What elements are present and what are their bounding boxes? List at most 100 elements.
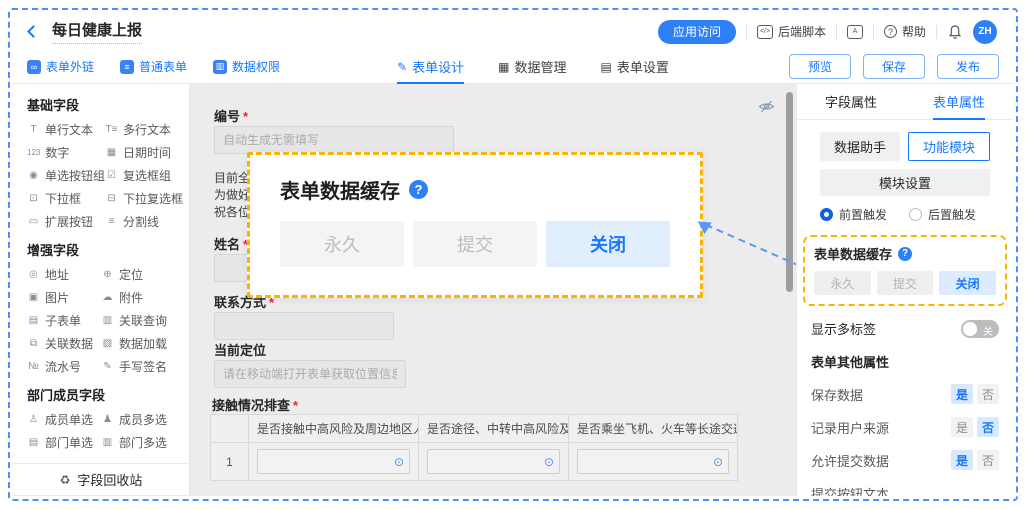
tab-field-properties[interactable]: 字段属性 [797,84,905,119]
notification-bell-icon[interactable] [947,24,963,40]
radio-select-icon: ⊙ [544,456,554,468]
field-label: 附件 [119,289,143,306]
row-index: 1 [211,443,249,480]
field-item-member-single[interactable]: ♙成员单选 [27,408,101,431]
external-link-icon: ∞ [27,60,41,74]
field-item-multi-dropdown[interactable]: ⊟下拉复选框 [105,187,183,210]
field-label: 日期时间 [123,144,171,161]
divider [936,25,937,39]
toggle-state-text: 关 [983,323,993,338]
field-item-data-load[interactable]: ▧数据加载 [101,332,175,355]
field-label: 子表单 [45,312,81,329]
panel-cache-close[interactable]: 关闭 [939,271,996,295]
serial-number-icon: № [27,361,40,372]
field-item-single-line-text[interactable]: T单行文本 [27,118,105,141]
field-label: 图片 [45,289,69,306]
field-item-member-multi[interactable]: ♟成员多选 [101,408,175,431]
tab-form-settings[interactable]: ▤ 表单设置 [601,50,669,84]
preview-button[interactable]: 预览 [789,54,851,79]
survey-cell-input-1[interactable]: ⊙ [257,449,410,474]
location-input[interactable] [214,360,406,388]
function-module-button[interactable]: 功能模块 [908,132,990,161]
cache-help-icon[interactable]: ? [898,247,912,261]
field-item-dept-multi[interactable]: ▥部门多选 [101,431,175,454]
field-item-number[interactable]: 123数字 [27,141,105,164]
panel-cache-permanent[interactable]: 永久 [814,271,871,295]
toggle-knob [963,322,977,336]
field-item-radio-group[interactable]: ◉单选按钮组 [27,164,105,187]
form-data-cache-section: 表单数据缓存 ? 永久 提交 关闭 [803,235,1007,306]
multi-dropdown-icon: ⊟ [105,193,118,204]
user-avatar[interactable]: ZH [973,20,997,44]
form-design-canvas: 编号* 目前全国多 为做好新型 祝各位及家 姓名* 联系方式* 当前定位 接触情… [190,84,796,496]
tab-form-external-link[interactable]: ∞ 表单外链 [27,58,94,75]
field-item-dropdown[interactable]: ⊡下拉框 [27,187,105,210]
field-item-image[interactable]: ▣图片 [27,286,101,309]
data-assistant-button[interactable]: 数据助手 [820,132,900,161]
field-item-location[interactable]: ⊕定位 [101,263,175,286]
record-source-no[interactable]: 否 [977,417,999,437]
divider [746,25,747,39]
app-access-button[interactable]: 应用访问 [658,20,736,44]
number-input[interactable] [214,126,454,154]
header-bar: 每日健康上报 应用访问 </> 后端脚本 A ? 帮助 ZH [13,13,1013,50]
tab-data-permission[interactable]: ▥ 数据权限 [213,58,280,75]
field-item-date-time[interactable]: ▦日期时间 [105,141,183,164]
module-settings-bar[interactable]: 模块设置 [820,169,990,196]
radio-label: 后置触发 [928,206,976,223]
field-item-dept-single[interactable]: ▤部门单选 [27,431,101,454]
field-item-divider-line[interactable]: ≡分割线 [105,210,183,233]
data-load-icon: ▧ [101,338,114,349]
cache-option-permanent[interactable]: 永久 [280,221,404,267]
publish-button[interactable]: 发布 [937,54,999,79]
popup-help-icon[interactable]: ? [409,180,428,199]
properties-panel: 字段属性 表单属性 数据助手 功能模块 模块设置 前置触发 [796,84,1013,496]
help-button[interactable]: ? 帮助 [884,23,926,40]
field-label: 地址 [45,266,69,283]
name-field-label: 姓名* [214,234,248,253]
annotation-arrow [688,210,796,272]
canvas-scrollbar[interactable] [786,92,793,292]
survey-cell-input-3[interactable]: ⊙ [577,449,729,474]
field-item-checkbox-group[interactable]: ☑复选框组 [105,164,183,187]
field-item-related-query[interactable]: ▥关联查询 [101,309,175,332]
dept-multi-icon: ▥ [101,437,114,448]
required-mark: * [293,398,298,413]
tab-form-properties[interactable]: 表单属性 [905,84,1013,119]
cache-option-submit[interactable]: 提交 [413,221,537,267]
save-button[interactable]: 保存 [863,54,925,79]
table-header-3: 是否乘坐飞机、火车等长途交通... [569,415,737,443]
tab-form-design[interactable]: ✎ 表单设计 [397,50,464,84]
field-item-attachment[interactable]: ☁附件 [101,286,175,309]
field-item-signature[interactable]: ✎手写签名 [101,355,175,378]
allow-submit-no[interactable]: 否 [977,450,999,470]
pre-trigger-radio[interactable]: 前置触发 [820,206,887,223]
app-window: 每日健康上报 应用访问 </> 后端脚本 A ? 帮助 ZH [13,13,1013,496]
backend-script-button[interactable]: </> 后端脚本 [757,23,826,40]
tab-data-management[interactable]: ▦ 数据管理 [498,50,566,84]
assistant-button[interactable]: A [847,25,863,39]
field-item-subform[interactable]: ▤子表单 [27,309,101,332]
panel-cache-submit[interactable]: 提交 [877,271,934,295]
field-item-extend-button[interactable]: ▭扩展按钮 [27,210,105,233]
field-item-serial-number[interactable]: №流水号 [27,355,101,378]
field-recycle-bin[interactable]: ♻ 字段回收站 [13,463,189,496]
multi-tab-toggle[interactable]: 关 [961,320,999,338]
hide-eye-icon[interactable] [758,99,775,119]
survey-cell-input-2[interactable]: ⊙ [427,449,560,474]
save-data-yes[interactable]: 是 [951,384,973,404]
field-item-multi-line-text[interactable]: T≡多行文本 [105,118,183,141]
field-item-related-data[interactable]: ⧉关联数据 [27,332,101,355]
cache-option-close[interactable]: 关闭 [546,221,670,267]
tab-normal-form[interactable]: ≡ 普通表单 [120,58,187,75]
tab-label: 表单设置 [617,57,669,76]
field-item-address[interactable]: ◎地址 [27,263,101,286]
contact-input[interactable] [214,312,394,340]
record-source-yes[interactable]: 是 [951,417,973,437]
back-icon[interactable] [27,25,40,38]
post-trigger-radio[interactable]: 后置触发 [909,206,976,223]
save-data-no[interactable]: 否 [977,384,999,404]
allow-submit-yes[interactable]: 是 [951,450,973,470]
field-label: 多行文本 [123,121,171,138]
location-field-label: 当前定位 [214,340,266,359]
